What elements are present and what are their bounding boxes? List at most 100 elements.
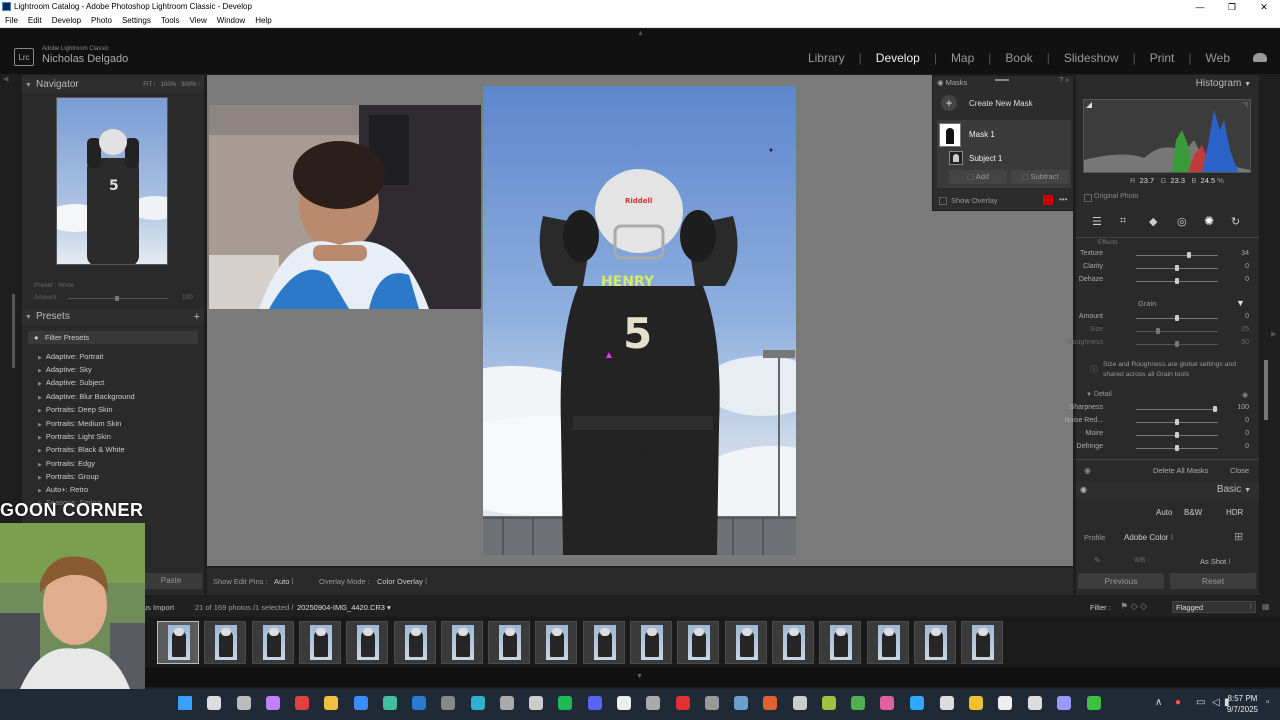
- basic-visibility-icon[interactable]: ◉: [1080, 485, 1087, 494]
- basic-header[interactable]: ◉ Basic ▼: [1076, 482, 1259, 498]
- app-icon[interactable]: [763, 696, 777, 710]
- lightroom-icon[interactable]: [910, 696, 924, 710]
- menu-photo[interactable]: Photo: [91, 14, 112, 27]
- overlay-mode-dropdown[interactable]: Color Overlay ⁝: [377, 577, 427, 586]
- spotify-icon[interactable]: [558, 696, 572, 710]
- menu-tools[interactable]: Tools: [161, 14, 180, 27]
- filmstrip-thumbnail[interactable]: [866, 621, 909, 664]
- app-icon[interactable]: [529, 696, 543, 710]
- edge-icon[interactable]: [471, 696, 485, 710]
- wb-eyedropper-icon[interactable]: ✎: [1094, 556, 1101, 565]
- filmstrip-thumbnail[interactable]: [440, 621, 483, 664]
- filter-presets-input[interactable]: ● Filter Presets: [28, 331, 198, 344]
- menu-file[interactable]: File: [5, 14, 18, 27]
- preset-group[interactable]: ▶ Portraits: Black & White: [38, 445, 125, 454]
- file-explorer-icon[interactable]: [324, 696, 338, 710]
- filmstrip-source[interactable]: us Import: [143, 603, 174, 612]
- app-icon[interactable]: [412, 696, 426, 710]
- tray-overflow-icon[interactable]: ∧: [1155, 697, 1162, 708]
- preset-group[interactable]: ▶ Portraits: Medium Skin: [38, 419, 121, 428]
- xbox-icon[interactable]: [851, 696, 865, 710]
- profile-dropdown[interactable]: Adobe Color ⁝: [1124, 533, 1173, 542]
- minimize-button[interactable]: —: [1184, 0, 1216, 14]
- mask-pin-icon[interactable]: ♙: [638, 446, 647, 457]
- detail-visibility-icon[interactable]: ◉: [1242, 391, 1248, 399]
- filmstrip-thumbnail[interactable]: [393, 621, 436, 664]
- filmstrip-thumbnail[interactable]: [298, 621, 341, 664]
- preset-group[interactable]: ▶ Adaptive: Subject: [38, 378, 104, 387]
- network-icon[interactable]: ▭: [1196, 697, 1205, 708]
- subtract-mask-button[interactable]: ⬚ Subtract: [1011, 170, 1069, 184]
- add-mask-button[interactable]: ⬚ Add: [949, 170, 1007, 184]
- filmstrip-thumbnail[interactable]: [913, 621, 956, 664]
- presets-remix-icon[interactable]: ↻: [1231, 215, 1240, 228]
- grain-roughness-slider[interactable]: Roughness 50: [1068, 339, 1259, 351]
- histogram-header[interactable]: Histogram ▼: [1196, 78, 1251, 89]
- hdr-button[interactable]: HDR: [1226, 508, 1243, 517]
- maximize-button[interactable]: ❐: [1216, 0, 1248, 14]
- original-photo-checkbox[interactable]: [1084, 194, 1092, 202]
- edit-sliders-icon[interactable]: ☰: [1092, 215, 1102, 228]
- moire-slider[interactable]: Moire 0: [1076, 430, 1259, 442]
- app-icon[interactable]: [1028, 696, 1042, 710]
- collapse-top-arrow-icon[interactable]: ▲: [637, 30, 644, 37]
- notification-icon[interactable]: ▫: [1266, 697, 1270, 708]
- masking-icon[interactable]: ✺: [1204, 214, 1214, 228]
- create-new-mask-button[interactable]: + Create New Mask: [933, 93, 1073, 113]
- filter-lock-icon[interactable]: ▦: [1262, 602, 1270, 611]
- filter-preset-dropdown[interactable]: Flagged ⁝: [1172, 601, 1256, 613]
- grain-expand-icon[interactable]: ▼: [1236, 298, 1245, 308]
- drag-handle[interactable]: [995, 79, 1009, 81]
- zoom-fit[interactable]: FIT ⁝: [143, 82, 155, 88]
- youtube-icon[interactable]: [676, 696, 690, 710]
- menu-help[interactable]: Help: [255, 14, 271, 27]
- clarity-slider[interactable]: Clarity 0: [1076, 263, 1259, 275]
- task-view-icon[interactable]: [237, 696, 251, 710]
- current-filename[interactable]: 20250904-IMG_4420.CR3 ▾: [297, 603, 391, 612]
- amount-slider-knob[interactable]: [115, 296, 119, 301]
- close-window-button[interactable]: ✕: [1248, 0, 1280, 14]
- module-web[interactable]: Web: [1206, 51, 1230, 65]
- module-slideshow[interactable]: Slideshow: [1064, 51, 1119, 65]
- healing-icon[interactable]: ◆: [1149, 215, 1157, 228]
- auto-button[interactable]: Auto: [1156, 508, 1172, 517]
- filmstrip-thumbnail[interactable]: [204, 621, 247, 664]
- app-icon[interactable]: [383, 696, 397, 710]
- menu-develop[interactable]: Develop: [52, 14, 81, 27]
- edit-pins-dropdown[interactable]: Auto ⁝: [274, 577, 294, 586]
- eye-icon[interactable]: ◉: [937, 78, 944, 87]
- grain-amount-slider[interactable]: Amount 0: [1076, 313, 1259, 325]
- premiere-icon[interactable]: [1057, 696, 1071, 710]
- dehaze-slider[interactable]: Dehaze 0: [1076, 276, 1259, 288]
- previous-button[interactable]: Previous: [1078, 573, 1164, 589]
- tiktok-icon[interactable]: [998, 696, 1012, 710]
- preset-group[interactable]: ▶ Portraits: Light Skin: [38, 432, 111, 441]
- mask-eye-icon[interactable]: ◉: [1084, 466, 1091, 475]
- menu-view[interactable]: View: [190, 14, 207, 27]
- navigator-preview[interactable]: 5: [56, 97, 168, 265]
- app-icon[interactable]: [880, 696, 894, 710]
- app-icon[interactable]: [500, 696, 514, 710]
- filmstrip-thumbnail[interactable]: [535, 621, 578, 664]
- menu-settings[interactable]: Settings: [122, 14, 151, 27]
- module-print[interactable]: Print: [1150, 51, 1175, 65]
- filmstrip-thumbnail[interactable]: [677, 621, 720, 664]
- search-icon[interactable]: [207, 696, 221, 710]
- more-options-icon[interactable]: •••: [1059, 195, 1067, 204]
- preset-group[interactable]: ▶ Adaptive: Sky: [38, 365, 92, 374]
- windows-start-icon[interactable]: [178, 696, 192, 710]
- app-icon[interactable]: [822, 696, 836, 710]
- chrome-icon[interactable]: [969, 696, 983, 710]
- zoom-100[interactable]: 100%: [161, 82, 176, 88]
- presets-header[interactable]: ▼ Presets +: [22, 309, 204, 325]
- help-icon[interactable]: ?: [1059, 77, 1063, 84]
- filmstrip-thumbnail[interactable]: [819, 621, 862, 664]
- collapse-bottom-arrow-icon[interactable]: ▼: [636, 673, 643, 680]
- app-icon[interactable]: [705, 696, 719, 710]
- reset-button[interactable]: Reset: [1170, 573, 1256, 589]
- crop-icon[interactable]: ⌗: [1120, 215, 1126, 228]
- volume-icon[interactable]: ◁: [1212, 697, 1220, 708]
- noise-reduction-slider[interactable]: Noise Red... 0: [1064, 417, 1259, 429]
- app-icon[interactable]: [441, 696, 455, 710]
- preset-group[interactable]: ▶ Portraits: Edgy: [38, 459, 95, 468]
